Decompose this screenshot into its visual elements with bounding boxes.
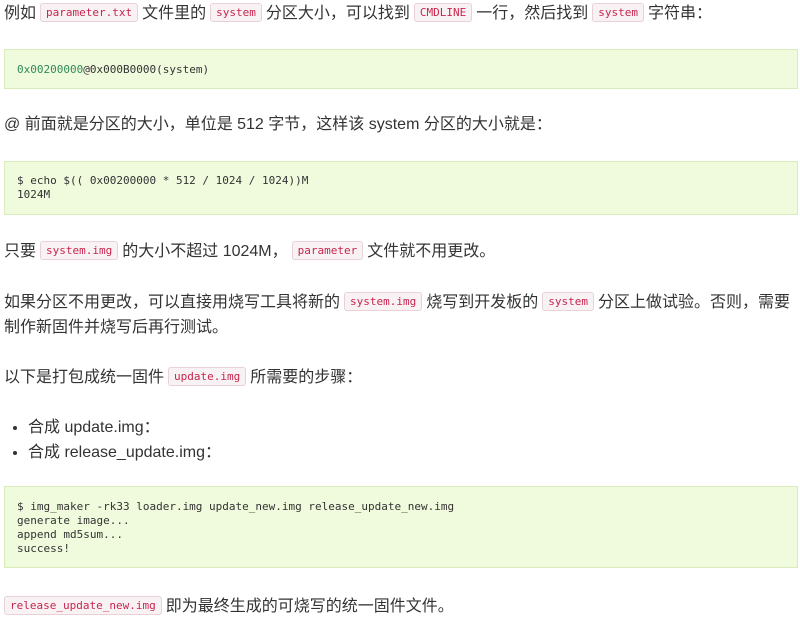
- text: 字符串：: [648, 5, 713, 22]
- text: 所需要的步骤：: [250, 369, 363, 386]
- inline-code: system.img: [40, 241, 119, 260]
- code-block-img-maker: $ img_maker -rk33 loader.img update_new.…: [4, 486, 798, 568]
- code-line: append md5sum...: [17, 528, 123, 541]
- text: 文件里的: [142, 5, 207, 22]
- text: 烧写到开发板的: [426, 294, 539, 311]
- text: 即为最终生成的可烧写的统一固件文件。: [165, 598, 454, 615]
- text: 文件就不用更改。: [367, 243, 496, 260]
- text: 一行，然后找到: [476, 5, 589, 22]
- flash-paragraph-line2: 制作新固件并烧写后再行测试。: [4, 319, 229, 336]
- inline-code: update.img: [168, 367, 247, 386]
- inline-code: CMDLINE: [413, 3, 473, 22]
- text: 例如: [4, 5, 37, 22]
- text: 如果分区不用更改，可以直接用烧写工具将新的: [4, 294, 341, 311]
- code-line: $ echo $(( 0x00200000 * 512 / 1024 / 102…: [17, 174, 309, 187]
- list-item: 合成 update.img：: [28, 415, 221, 440]
- code-block-echo: $ echo $(( 0x00200000 * 512 / 1024 / 102…: [4, 161, 798, 215]
- code-line: $ img_maker -rk33 loader.img update_new.…: [17, 500, 455, 513]
- inline-code: release_update_new.img: [4, 596, 162, 615]
- code-size-hex: 0x00200000: [17, 63, 84, 76]
- code-line: 1024M: [17, 188, 51, 201]
- text: 分区上做试验。否则，需要: [598, 294, 791, 311]
- steps-list: 合成 update.img： 合成 release_update.img：: [4, 415, 221, 465]
- inline-code: system: [542, 292, 595, 311]
- inline-code: system: [210, 3, 262, 22]
- code-line: success!: [17, 542, 70, 555]
- explanation-paragraph: @ 前面就是分区的大小，单位是 512 字节，这样该 system 分区的大小就…: [4, 116, 552, 133]
- code-text: @0x000B0000(system): [83, 63, 210, 76]
- inline-code: system: [592, 3, 645, 22]
- inline-code: parameter: [291, 241, 364, 260]
- flash-paragraph: 如果分区不用更改，可以直接用烧写工具将新的 system.img 烧写到开发板的 sy…: [4, 289, 796, 316]
- inline-code: system.img: [344, 292, 423, 311]
- steps-intro-paragraph: 以下是打包成统一固件 update.img 所需要的步骤：: [4, 364, 796, 391]
- code-line: generate image...: [17, 514, 130, 527]
- text: 分区大小，可以找到: [265, 5, 410, 22]
- text: 只要: [4, 243, 37, 260]
- code-block-cmdline: 0x00200000@0x000B0000(system): [4, 49, 798, 89]
- text: 的大小不超过 1024M，: [122, 243, 288, 260]
- list-item: 合成 release_update.img：: [28, 440, 221, 465]
- result-paragraph: release_update_new.img 即为最终生成的可烧写的统一固件文件。: [0, 593, 796, 620]
- intro-paragraph: 例如 parameter.txt 文件里的 system 分区大小，可以找到 CMDLIN…: [4, 0, 796, 27]
- size-paragraph: 只要 system.img 的大小不超过 1024M， parameter 文件就不用更…: [4, 238, 796, 265]
- text: 以下是打包成统一固件: [4, 369, 165, 386]
- inline-code: parameter.txt: [40, 3, 139, 22]
